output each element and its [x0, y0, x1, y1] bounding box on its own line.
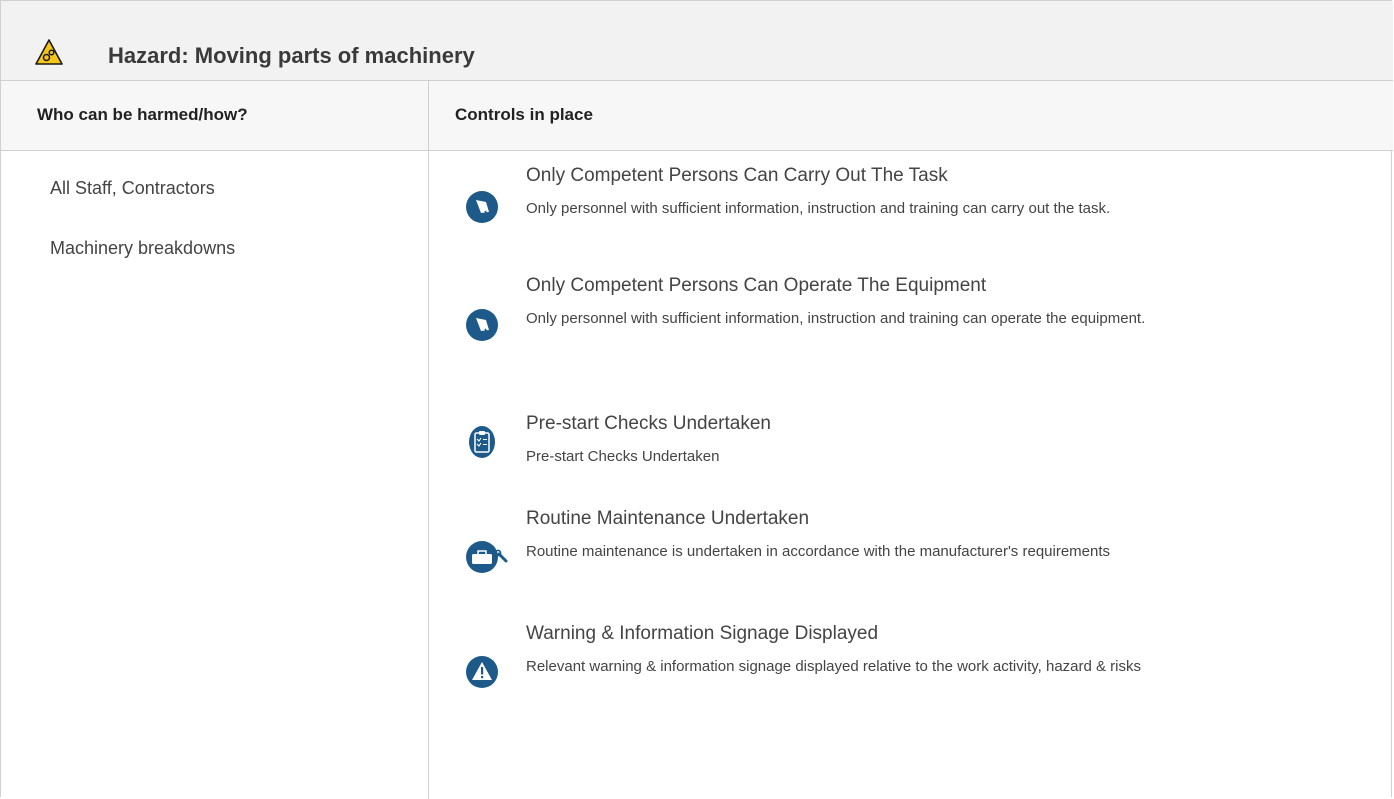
control-title: Only Competent Persons Can Operate The E… — [526, 275, 987, 296]
hazard-panel: Hazard: Moving parts of machinery Who ca… — [0, 0, 1393, 799]
harmed-item: All Staff, Contractors — [50, 178, 215, 198]
controls-column-header: Controls in place — [455, 105, 593, 124]
column-header-row: Who can be harmed/how? Controls in place — [1, 81, 1393, 151]
control-title: Pre-start Checks Undertaken — [526, 413, 771, 434]
control-title: Routine Maintenance Undertaken — [526, 508, 810, 529]
competent-person-icon — [466, 191, 498, 223]
harmed-item: Machinery breakdowns — [50, 238, 236, 258]
column-divider — [428, 81, 429, 799]
control-description: Pre-start Checks Undertaken — [526, 448, 720, 465]
hazard-header: Hazard: Moving parts of machinery — [1, 1, 1393, 81]
warning-sign-icon — [466, 656, 498, 688]
control-description: Relevant warning & information signage d… — [526, 658, 1142, 675]
control-title: Only Competent Persons Can Carry Out The… — [526, 165, 948, 186]
hazard-title: Hazard: Moving parts of machinery — [108, 43, 475, 68]
control-description: Routine maintenance is undertaken in acc… — [526, 543, 1111, 560]
machinery-warning-icon — [35, 39, 63, 65]
control-title: Warning & Information Signage Displayed — [526, 623, 879, 644]
control-description: Only personnel with sufficient informati… — [526, 200, 1111, 217]
control-description: Only personnel with sufficient informati… — [526, 310, 1146, 327]
competent-person-icon — [466, 309, 498, 341]
harmed-column-header: Who can be harmed/how? — [37, 105, 248, 124]
checklist-icon — [469, 426, 495, 458]
maintenance-toolbox-icon — [466, 541, 508, 573]
